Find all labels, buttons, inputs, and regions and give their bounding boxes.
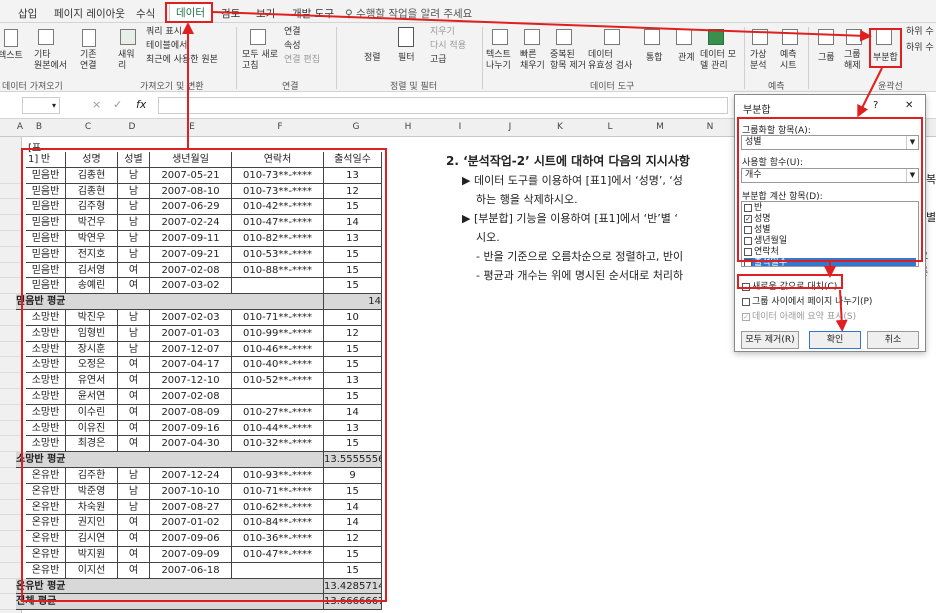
annotation-arrows — [182, 11, 883, 332]
